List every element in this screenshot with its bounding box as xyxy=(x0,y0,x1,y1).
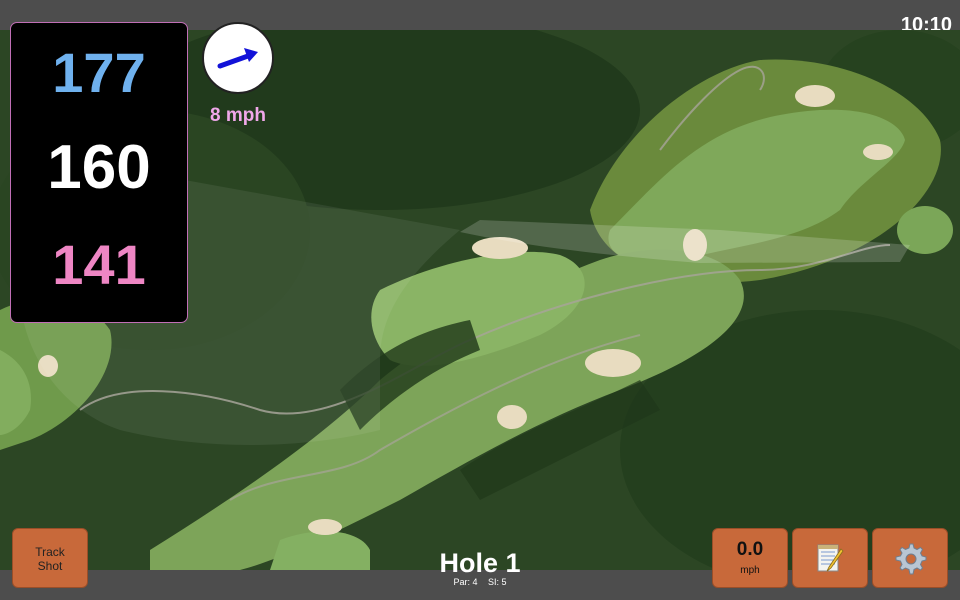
back-distance: 177 xyxy=(52,41,146,104)
hole-stroke-index: SI: 5 xyxy=(488,577,507,587)
settings-button[interactable] xyxy=(872,528,948,588)
notes-button[interactable] xyxy=(792,528,868,588)
middle-distance: 160 xyxy=(47,133,151,202)
wind-direction-arrow-icon xyxy=(217,48,258,69)
distance-panel: 177 160 141 xyxy=(10,22,188,323)
speed-unit: mph xyxy=(740,565,760,576)
hole-title: Hole 1 xyxy=(439,548,521,578)
notepad-icon xyxy=(817,544,844,572)
hole-par: Par: 4 xyxy=(453,577,478,587)
speed-value: 0.0 xyxy=(736,539,764,560)
wind-indicator xyxy=(202,22,274,94)
hole-meta: Par: 4 SI: 5 xyxy=(380,577,580,587)
front-distance: 141 xyxy=(52,233,146,296)
wind-speed-label: 8 mph xyxy=(210,105,266,126)
gear-icon xyxy=(895,543,927,575)
speed-button[interactable]: 0.0 mph xyxy=(712,528,788,588)
track-shot-label: Track Shot xyxy=(35,545,65,573)
track-shot-button[interactable]: Track Shot xyxy=(12,528,88,588)
